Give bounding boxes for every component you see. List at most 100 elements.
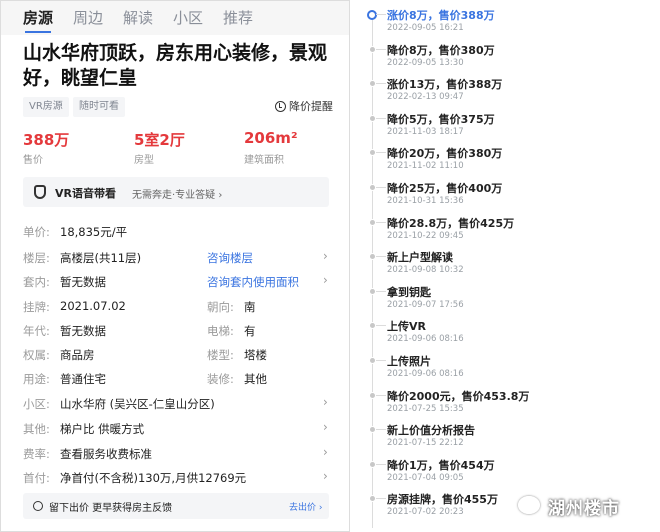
down-payment-value[interactable]: 净首付(不含税)130万,月供12769元 — [60, 470, 246, 486]
timeline-date: 2021-09-08 10:32 — [387, 265, 464, 276]
timeline-event: 新上价值分析报告 — [387, 424, 475, 438]
elevator-label: 电梯: — [207, 324, 234, 338]
timeline-connector — [376, 14, 386, 15]
chevron-right-icon: › — [323, 249, 328, 263]
inner-area-value: 暂无数据 — [60, 275, 106, 289]
timeline-item: 涨价8万，售价388万 2022-09-05 16:21 — [356, 6, 656, 40]
other-label: 其他: — [23, 422, 50, 436]
kpi-area: 206m² — [244, 129, 298, 147]
timeline-dot-icon — [369, 495, 376, 503]
ownership-label: 权属: — [23, 348, 50, 362]
orientation-label: 朝向: — [207, 300, 234, 314]
timeline-dot-icon — [369, 218, 376, 226]
listed-value: 2021.07.02 — [60, 299, 126, 313]
chevron-right-icon: › — [323, 445, 328, 459]
timeline-date: 2022-09-05 13:30 — [387, 57, 464, 68]
timeline-event: 降价2000元，售价453.8万 — [387, 389, 530, 403]
tab-analysis[interactable]: 解读 — [123, 7, 153, 28]
kpi-layout: 5室2厅 — [134, 131, 185, 149]
timeline-dot-icon — [369, 253, 376, 261]
timeline-event: 上传VR — [387, 320, 426, 334]
timeline-item: 上传VR 2021-09-06 08:16 — [356, 317, 656, 351]
tab-recommend[interactable]: 推荐 — [223, 7, 253, 28]
kpi-layout-label: 房型 — [134, 155, 154, 166]
timeline-event: 涨价13万，售价388万 — [387, 78, 503, 92]
timeline-event: 房源挂牌，售价455万 — [387, 493, 498, 507]
timeline-dot-icon — [369, 80, 376, 88]
decoration-label: 装修: — [207, 372, 234, 386]
timeline-connector — [376, 83, 386, 85]
timeline-date: 2021-09-06 08:16 — [387, 334, 464, 345]
timeline-event: 降价20万，售价380万 — [387, 147, 503, 161]
fee-value[interactable]: 查看服务收费标准 — [60, 446, 152, 462]
year-label: 年代: — [23, 324, 50, 338]
usage-label: 用途: — [23, 372, 50, 386]
timeline-date: 2021-07-15 22:12 — [387, 438, 464, 449]
timeline-item: 新上价值分析报告 2021-07-15 22:12 — [356, 421, 656, 455]
timeline-item: 降价8万，售价380万 2022-09-05 13:30 — [356, 41, 656, 75]
go-bid-link[interactable]: 去出价 › — [289, 500, 322, 513]
timeline-connector — [376, 498, 386, 500]
timeline-event: 降价28.8万，售价425万 — [387, 216, 515, 230]
timeline-dot-icon — [369, 391, 376, 399]
listed-label: 挂牌: — [23, 300, 50, 314]
timeline-dot-icon — [369, 149, 376, 157]
year-value: 暂无数据 — [60, 324, 106, 338]
building-type-value: 塔楼 — [244, 348, 267, 362]
bid-banner[interactable]: 留下出价 更早获得房主反馈 去出价 › — [23, 493, 329, 519]
vr-shield-icon — [34, 185, 46, 199]
timeline-dot-icon — [369, 322, 376, 330]
timeline-item: 降价25万，售价400万 2021-10-31 15:36 — [356, 179, 656, 213]
tag-anytime: 随时可看 — [73, 97, 125, 117]
timeline-item: 降价28.8万，售价425万 2021-10-22 09:45 — [356, 214, 656, 248]
timeline-date: 2021-11-03 18:17 — [387, 126, 464, 137]
timeline-connector — [376, 48, 386, 50]
community-value[interactable]: 山水华府 (吴兴区-仁皇山分区) — [60, 396, 215, 412]
timeline-connector — [376, 221, 386, 223]
usage-value: 普通住宅 — [60, 372, 106, 386]
timeline-date: 2021-09-06 08:16 — [387, 369, 464, 379]
timeline-date: 2022-02-13 09:47 — [387, 92, 464, 103]
timeline-event: 新上户型解读 — [387, 251, 453, 265]
timeline-dot-icon — [369, 460, 376, 468]
kpi-area-label: 建筑面积 — [244, 155, 284, 166]
timeline-connector — [376, 187, 386, 188]
watermark-text: 湖州楼市 — [548, 499, 620, 519]
timeline-date: 2021-07-02 20:23 — [387, 507, 464, 518]
timeline-event: 降价5万，售价375万 — [387, 112, 495, 126]
tab-community[interactable]: 小区 — [173, 7, 203, 28]
timeline-dot-icon — [369, 426, 376, 434]
timeline-item: 降价5万，售价375万 2021-11-03 18:17 — [356, 110, 656, 144]
price-alert-label: 降价提醒 — [289, 100, 333, 113]
timeline-connector — [376, 463, 386, 465]
decoration-value: 其他 — [244, 372, 267, 386]
vr-banner-title: VR语音带看 — [55, 187, 116, 200]
building-type-label: 楼型: — [207, 348, 234, 362]
listing-title: 山水华府顶跃，房东用心装修，景观好，眺望仁皇 — [23, 42, 328, 89]
ask-inner-area-link[interactable]: 咨询套内使用面积 — [207, 274, 299, 290]
chevron-right-icon: › — [323, 273, 328, 287]
timeline-connector — [376, 429, 386, 431]
kpi-price-label: 售价 — [23, 155, 43, 166]
timeline-connector — [376, 256, 386, 258]
alarm-clock-icon — [275, 101, 286, 112]
timeline-item: 新上户型解读 2021-09-08 10:32 — [356, 248, 656, 282]
timeline-event: 降价1万，售价454万 — [387, 458, 495, 472]
timeline-date: 2021-10-31 15:36 — [387, 196, 464, 206]
timeline-item: 上传照片 2021-09-06 08:16 — [356, 352, 656, 386]
community-label: 小区: — [23, 397, 50, 411]
bid-icon — [33, 501, 43, 511]
inner-area-label: 套内: — [23, 275, 50, 289]
timeline-date: 2021-09-07 17:56 — [387, 299, 464, 310]
watermark: 湖州楼市 — [518, 488, 658, 524]
tab-listing[interactable]: 房源 — [23, 7, 53, 33]
timeline-item: 降价20万，售价380万 2021-11-02 11:10 — [356, 144, 656, 178]
other-value[interactable]: 梯户比 供暖方式 — [60, 421, 144, 437]
down-payment-label: 首付: — [23, 471, 50, 485]
chevron-right-icon: › — [323, 469, 328, 483]
chevron-right-icon: › — [323, 395, 328, 409]
vr-tour-banner[interactable]: VR语音带看 无需奔走·专业答疑 › — [23, 177, 329, 207]
tab-surroundings[interactable]: 周边 — [73, 7, 103, 28]
ask-floor-link[interactable]: 咨询楼层 — [207, 250, 253, 266]
price-alert-button[interactable]: 降价提醒 — [275, 98, 333, 114]
